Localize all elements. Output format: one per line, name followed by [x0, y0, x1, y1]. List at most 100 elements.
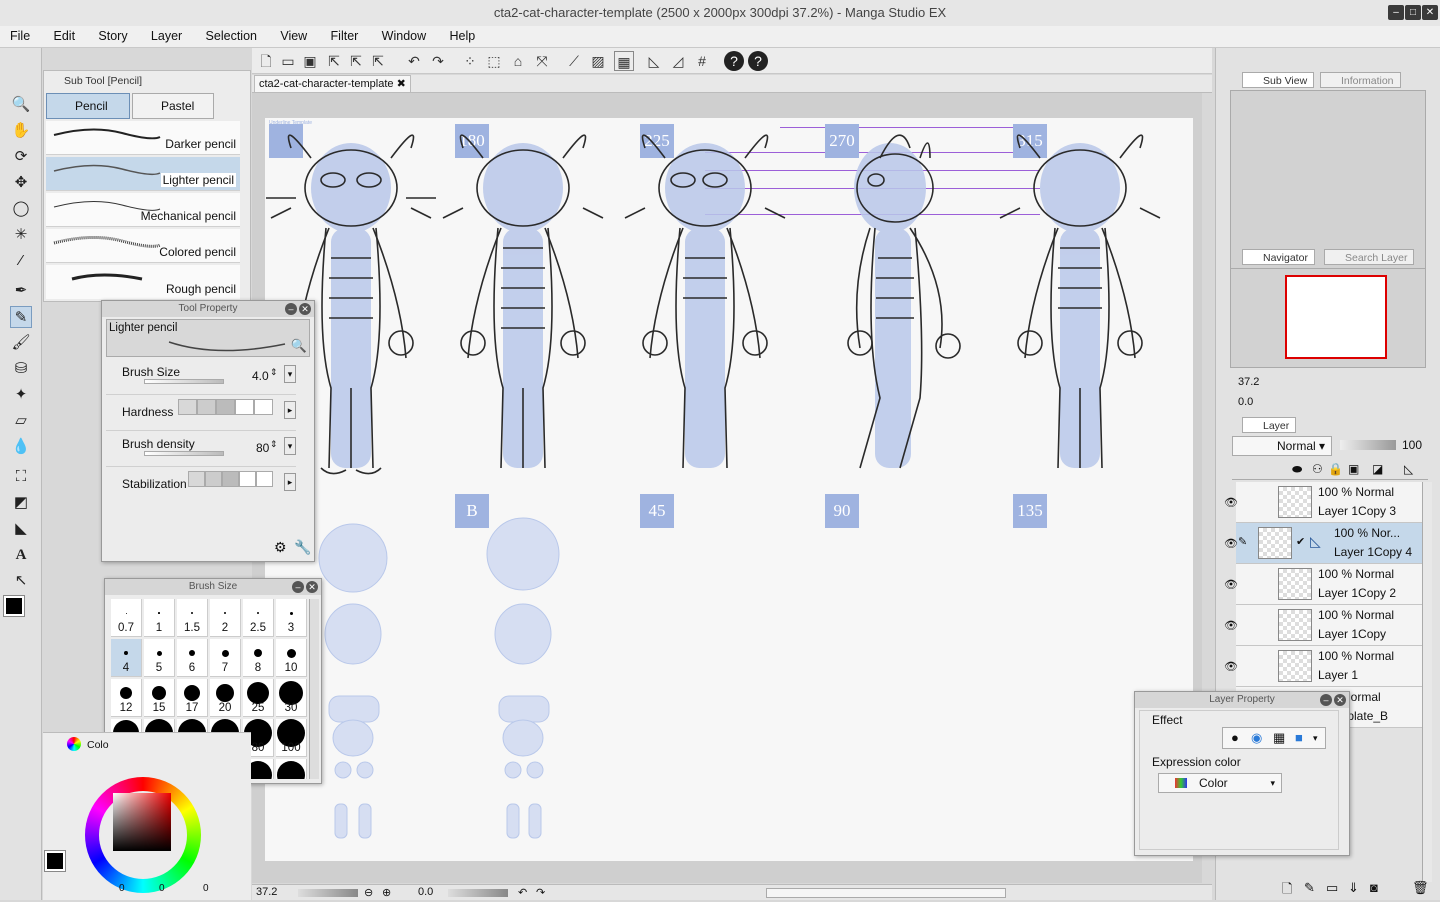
snap-grid-icon[interactable]: # — [692, 51, 712, 71]
ruler-layer-icon[interactable]: ◺ — [1404, 462, 1413, 476]
layer-row[interactable]: 👁 100 % Normal Layer 1Copy 2 — [1224, 564, 1422, 605]
tab-pencil[interactable]: Pencil — [46, 93, 130, 119]
tab-search-layer[interactable]: Search Layer — [1324, 249, 1415, 265]
brush-density-slider[interactable] — [144, 451, 224, 456]
tab-pastel[interactable]: Pastel — [132, 93, 214, 119]
brush-size-cell[interactable]: 17 — [177, 679, 208, 717]
navigator-area[interactable] — [1230, 268, 1426, 368]
rotation-value[interactable]: 0.0 — [418, 886, 433, 898]
layer-row[interactable]: 👁 100 % Normal Layer 1Copy — [1224, 605, 1422, 646]
layer-row[interactable]: 👁 100 % Normal Layer 1 — [1224, 646, 1422, 687]
fill-bucket-icon[interactable]: ⛶ — [10, 466, 32, 488]
navigator-view-rect[interactable] — [1285, 275, 1387, 359]
expression-color-dropdown[interactable]: Color ▾ — [1158, 773, 1282, 793]
brush-size-cell[interactable] — [276, 759, 307, 779]
visibility-eye-icon[interactable]: 👁 — [1224, 537, 1238, 550]
lock-icon[interactable]: 🔒 — [1328, 462, 1343, 476]
brush-icon[interactable]: 🖌 — [10, 332, 32, 354]
tab-navigator[interactable]: Navigator — [1242, 249, 1315, 265]
rotate-right-icon[interactable]: ↷ — [536, 886, 545, 899]
brush-darker-pencil[interactable]: Darker pencil — [46, 121, 240, 155]
visibility-eye-icon[interactable]: 👁 — [1224, 496, 1238, 509]
zoom-out-icon[interactable]: ⊖ — [364, 886, 373, 899]
pencil-tool-icon[interactable]: ✎ — [10, 306, 32, 328]
object-select-icon[interactable]: ↖ — [10, 570, 32, 592]
brush-size-cell[interactable]: 10 — [276, 639, 307, 677]
menu-selection[interactable]: Selection — [196, 26, 267, 46]
brush-size-cell[interactable]: 8 — [243, 639, 274, 677]
brush-lighter-pencil[interactable]: Lighter pencil — [46, 157, 240, 191]
brush-size-cell[interactable]: 7 — [210, 639, 241, 677]
chevron-down-icon[interactable]: ▾ — [1313, 728, 1318, 748]
save-icon[interactable]: ▣ — [300, 51, 320, 71]
preset-preview[interactable]: Lighter pencil 🔍 — [106, 319, 310, 357]
blend-mode-dropdown[interactable]: Normal ▾ — [1232, 436, 1332, 456]
document-tab[interactable]: cta2-cat-character-template ✖ — [254, 75, 411, 93]
brush-size-cell[interactable]: 20 — [210, 679, 241, 717]
rotate-view-icon[interactable]: ⟳ — [10, 146, 32, 168]
blend-icon[interactable]: 💧 — [10, 436, 32, 458]
help-icon[interactable]: ? — [724, 51, 744, 71]
gradient-icon[interactable]: ◩ — [10, 492, 32, 514]
brush-rough-pencil[interactable]: Rough pencil — [46, 265, 240, 299]
effect-buttons[interactable]: ● ◉ ▦ ■ ▾ — [1222, 727, 1326, 749]
airbrush-icon[interactable]: ⛁ — [10, 358, 32, 380]
effect-color-icon[interactable]: ■ — [1295, 728, 1303, 748]
trash-icon[interactable]: 🗑 — [1412, 880, 1429, 896]
hardness-row[interactable]: Hardness ▸ — [106, 395, 296, 431]
open-file-icon[interactable]: ▭ — [278, 51, 298, 71]
brush-size-scrollbar[interactable] — [309, 599, 319, 779]
stabilization-presets[interactable] — [188, 471, 273, 490]
brush-size-cell[interactable]: 25 — [243, 679, 274, 717]
ruler-icon[interactable]: ⟋ — [564, 51, 584, 71]
rotate-left-icon[interactable]: ↶ — [518, 886, 527, 899]
collapse-icon[interactable]: – — [292, 581, 304, 593]
tool-settings-icon[interactable]: 🔧 — [294, 539, 311, 556]
visibility-eye-icon[interactable]: 👁 — [1224, 578, 1238, 591]
zoom-in-icon[interactable]: ⊕ — [382, 886, 391, 899]
minimize-button[interactable]: – — [1388, 5, 1404, 20]
merge-icon[interactable]: ⇓ — [1348, 880, 1359, 896]
new-layer-icon[interactable]: 🗋 — [1282, 880, 1292, 902]
tab-layer[interactable]: Layer — [1242, 417, 1297, 433]
canvas-paper[interactable]: Underline Template 180 225 270 315 B 45 … — [265, 118, 1193, 861]
brush-density-row[interactable]: Brush density 80 ⇕ ▾ — [106, 431, 296, 467]
ref-icon[interactable]: ⚇ — [1312, 462, 1323, 476]
undo-icon[interactable]: ↶ — [404, 51, 424, 71]
main-color-swatch[interactable] — [44, 850, 66, 872]
snap-special-icon[interactable]: ◿ — [668, 51, 688, 71]
brush-size-cell[interactable]: 12 — [111, 679, 142, 717]
brush-size-cell[interactable]: 2.5 — [243, 599, 274, 637]
menu-view[interactable]: View — [270, 26, 317, 46]
navigator-zoom[interactable]: 37.2 — [1238, 376, 1259, 388]
brush-size-cell[interactable]: 4 — [111, 639, 142, 677]
select-arrow2-icon[interactable]: ⇱ — [346, 51, 366, 71]
clip-icon[interactable]: ⬬ — [1292, 462, 1302, 477]
visibility-eye-icon[interactable]: 👁 — [1224, 660, 1238, 673]
zoom-slider[interactable] — [298, 889, 358, 897]
crop-icon[interactable]: ⬚ — [484, 51, 504, 71]
fill-icon[interactable]: ⌂ — [508, 51, 528, 71]
expand-icon[interactable]: ⤧ — [532, 51, 552, 71]
eraser-icon[interactable]: ▱ — [10, 410, 32, 432]
collapse-icon[interactable]: – — [1320, 694, 1332, 706]
mask-icon[interactable]: ◪ — [1372, 462, 1383, 476]
expand-arrow-icon[interactable]: ▸ — [284, 401, 296, 419]
menu-file[interactable]: File — [0, 26, 40, 46]
color-tab-label[interactable]: Colo — [87, 739, 109, 751]
close-tab-icon[interactable]: ✖ — [397, 78, 406, 90]
help2-icon[interactable]: ? — [748, 51, 768, 71]
brush-size-cell[interactable]: 30 — [276, 679, 307, 717]
hue-ring[interactable] — [85, 777, 201, 893]
close-button[interactable]: ✕ — [1422, 5, 1438, 20]
navigator-rotation[interactable]: 0.0 — [1238, 396, 1253, 408]
spinner-icon[interactable]: ⇕ — [270, 439, 278, 450]
close-icon[interactable]: ✕ — [299, 303, 311, 315]
zoom-value[interactable]: 37.2 — [256, 886, 277, 898]
decoration-icon[interactable]: ✦ — [10, 384, 32, 406]
text-tool-icon[interactable]: A — [10, 544, 32, 566]
brush-mechanical-pencil[interactable]: Mechanical pencil — [46, 193, 240, 227]
hand-icon[interactable]: ✋ — [10, 120, 32, 142]
brush-size-cell[interactable]: 15 — [144, 679, 175, 717]
lasso-icon[interactable]: ◯ — [10, 198, 32, 220]
